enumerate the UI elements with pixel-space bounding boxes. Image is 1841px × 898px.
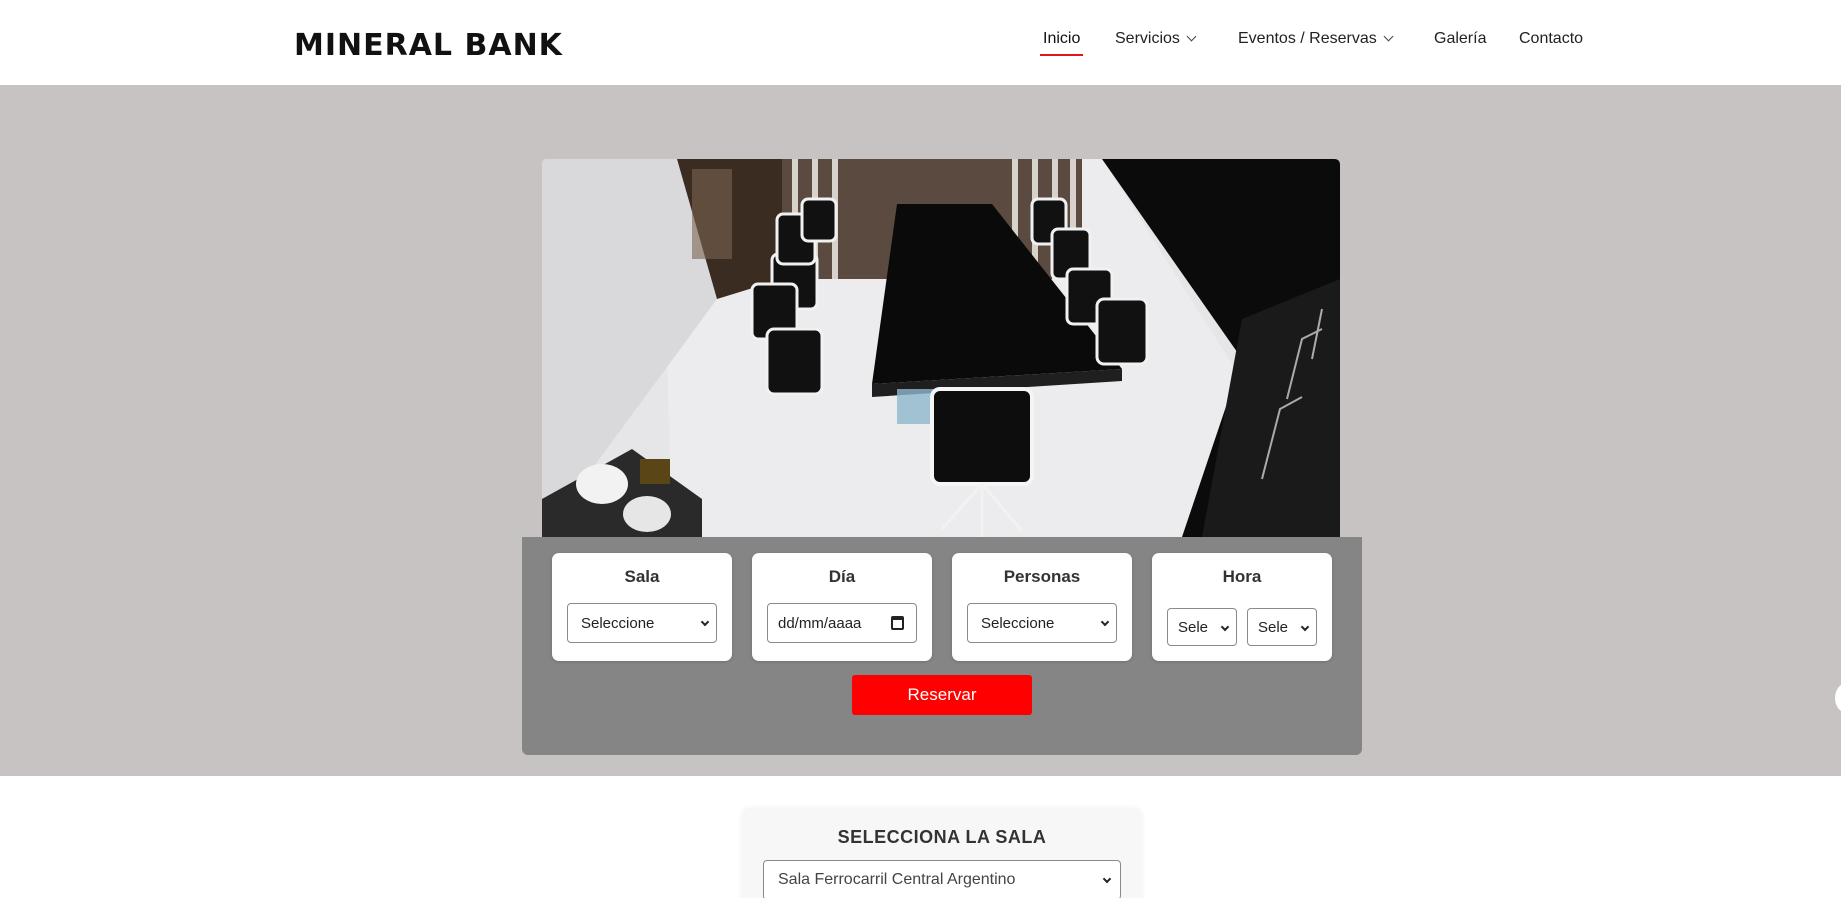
nav-inicio-label: Inicio	[1043, 30, 1081, 47]
chevron-down-icon	[1100, 617, 1110, 627]
sala-section-title: SELECCIONA LA SALA	[837, 827, 1047, 847]
nav-eventos-label: Eventos / Reservas	[1238, 30, 1377, 47]
nav-galeria-label: Galería	[1434, 30, 1487, 47]
personas-select[interactable]: Seleccione	[967, 603, 1117, 643]
nav-servicios[interactable]: Servicios	[1115, 30, 1197, 48]
sala-room-select[interactable]: Sala Ferrocarril Central Argentino	[763, 860, 1121, 898]
hora-card: Hora Sele Sele	[1152, 553, 1332, 661]
personas-card: Personas Seleccione	[952, 553, 1132, 661]
hora-select[interactable]: Sele	[1167, 608, 1237, 646]
date-input[interactable]: dd/mm/aaaa	[767, 603, 917, 643]
sala-room-select-value: Sala Ferrocarril Central Argentino	[778, 871, 1016, 888]
dia-label: Día	[828, 567, 856, 586]
booking-panel: Sala Seleccione Día dd/mm/aaaa Personas …	[522, 537, 1362, 755]
hora-label: Hora	[1222, 567, 1262, 586]
sala-card: Sala Seleccione	[552, 553, 732, 661]
dia-card: Día dd/mm/aaaa	[752, 553, 932, 661]
nav-servicios-label: Servicios	[1115, 30, 1180, 47]
nav-galeria[interactable]: Galería	[1434, 30, 1486, 48]
chevron-down-icon	[1220, 622, 1230, 632]
sala-section: SELECCIONA LA SALA Sala Ferrocarril Cent…	[742, 808, 1142, 898]
chevron-down-icon	[700, 617, 710, 627]
personas-select-value: Seleccione	[981, 614, 1055, 632]
main-nav: Inicio Servicios Eventos / Reservas Gale…	[0, 30, 1841, 56]
calendar-icon[interactable]	[891, 616, 904, 630]
sala-select[interactable]: Seleccione	[567, 603, 717, 643]
minuto-select[interactable]: Sele	[1247, 608, 1317, 646]
nav-contacto-label: Contacto	[1519, 30, 1584, 47]
hora-select-value: Sele	[1178, 618, 1209, 636]
personas-label: Personas	[1003, 567, 1081, 586]
sala-label: Sala	[624, 567, 660, 586]
nav-contacto[interactable]: Contacto	[1519, 30, 1583, 48]
chevron-down-icon	[1300, 622, 1310, 632]
nav-inicio[interactable]: Inicio	[1039, 30, 1084, 56]
chevron-down-icon	[1102, 874, 1112, 884]
meeting-room-photo	[542, 159, 1340, 537]
reservar-button[interactable]: Reservar	[852, 675, 1032, 715]
site-header: MINERAL BANK Inicio Servicios Eventos / …	[0, 0, 1841, 85]
minuto-select-value: Sele	[1258, 618, 1289, 636]
sala-select-value: Seleccione	[581, 614, 655, 632]
nav-eventos-reservas[interactable]: Eventos / Reservas	[1238, 30, 1394, 48]
chevron-down-icon	[1383, 31, 1394, 42]
date-placeholder: dd/mm/aaaa	[778, 614, 862, 632]
chevron-down-icon	[1186, 31, 1197, 42]
